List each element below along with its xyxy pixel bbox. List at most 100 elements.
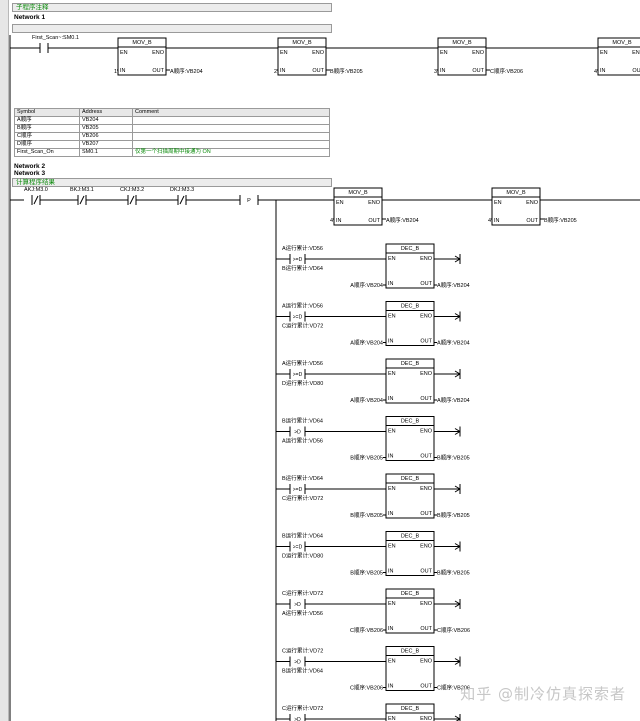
dec-in-value-4: B顺序:VB205: [350, 454, 383, 462]
dec-b-block-5-eno: ENO: [420, 486, 433, 492]
dec-b-block-6-name: DEC_B: [401, 534, 420, 540]
n3-mov-out-value-1: A顺序:VB204: [386, 216, 419, 224]
contact-negation: [79, 195, 85, 205]
dec-b-block-3-eno: ENO: [420, 371, 433, 377]
positive-edge-label: P: [247, 198, 251, 204]
dec-b-block-7-name: DEC_B: [401, 591, 420, 597]
compare-top-operand-4: B运行累计:VD64: [282, 417, 323, 425]
contact-4-label: DKJ:M3.3: [170, 187, 194, 193]
compare-bottom-operand-1: B运行累计:VD64: [282, 264, 323, 272]
dec-b-block-2-en: EN: [388, 314, 396, 320]
mov-b-block-3-out-pin: OUT: [472, 68, 484, 74]
compare-top-operand-7: C运行累计:VD72: [282, 589, 323, 597]
mov-b-block-1-en: EN: [120, 50, 128, 56]
dec-out-value-1: A顺序:VB204: [437, 281, 470, 289]
dec-b-block-4-name: DEC_B: [401, 419, 420, 425]
dec-b-block-4-en: EN: [388, 429, 396, 435]
dec-b-block-5-out-pin: OUT: [420, 511, 432, 517]
contact-3-label: CKJ:M3.2: [120, 187, 144, 193]
dec-b-block-3-out-pin: OUT: [420, 396, 432, 402]
compare-operator-3: >=D: [293, 372, 303, 378]
dec-in-value-3: A顺序:VB204: [350, 396, 383, 404]
compare-top-operand-2: A运行累计:VD56: [282, 302, 323, 310]
dec-b-block-6-out-pin: OUT: [420, 569, 432, 575]
mov-b-block-1-in-pin: IN: [120, 68, 126, 74]
dec-b-block-1-out-pin: OUT: [420, 281, 432, 287]
dec-out-value-4: B顺序:VB205: [437, 454, 470, 462]
mov-b-block-4-eno: ENO: [632, 50, 640, 56]
dec-b-block-4-in-pin: IN: [388, 454, 394, 460]
compare-bottom-operand-4: A运行累计:VD56: [282, 437, 323, 445]
dec-b-block-8-name: DEC_B: [401, 649, 420, 655]
ladder-diagram: First_Scan~:SM0.1 MOV_B EN ENO IN OUT 1 A顺序:VB2…: [9, 35, 640, 721]
contact-1-label: AKJ:M3.0: [24, 187, 48, 193]
dec-b-block-9-en: EN: [388, 716, 396, 721]
compare-top-operand-9: C运行累计:VD72: [282, 704, 323, 712]
dec-in-value-1: A顺序:VB204: [350, 281, 383, 289]
dec-b-block-2-out-pin: OUT: [420, 339, 432, 345]
mov-b-block-2-name: MOV_B: [292, 40, 312, 46]
mov-b-block-4-en: EN: [600, 50, 608, 56]
dec-b-block-6-in-pin: IN: [388, 569, 394, 575]
dec-b-block-7-eno: ENO: [420, 601, 433, 607]
dec-b-block-8-out-pin: OUT: [420, 684, 432, 690]
ladder-editor: 子程序注释 Network 1 Symbol Address Comment A…: [0, 0, 640, 721]
dec-b-block-3-en: EN: [388, 371, 396, 377]
n3-mov-b-block-2-en: EN: [494, 200, 502, 206]
dec-b-block-1-en: EN: [388, 256, 396, 262]
mov-b-block-1-eno: ENO: [152, 50, 165, 56]
compare-bottom-operand-5: C运行累计:VD72: [282, 494, 323, 502]
compare-bottom-operand-3: D运行累计:VD80: [282, 379, 323, 387]
dec-b-block-7-out-pin: OUT: [420, 626, 432, 632]
dec-b-block-1-in-pin: IN: [388, 281, 394, 287]
mov-out-value-1: A顺序:VB204: [170, 67, 203, 75]
dec-b-block-7-en: EN: [388, 601, 396, 607]
n3-mov-out-value-2: B顺序:VB205: [544, 216, 577, 224]
n3-mov-b-block-2-out-pin: OUT: [526, 218, 538, 224]
dec-in-value-6: B顺序:VB205: [350, 569, 383, 577]
dec-b-block-6-eno: ENO: [420, 544, 433, 550]
dec-b-block-5-name: DEC_B: [401, 476, 420, 482]
mov-b-block-1-out-pin: OUT: [152, 68, 164, 74]
mov-in-value-2: 2: [274, 69, 277, 75]
mov-in-value-3: 3: [434, 69, 437, 75]
watermark: 知乎 @制冷仿真探索者: [460, 685, 626, 703]
dec-b-block-8-en: EN: [388, 659, 396, 665]
compare-operator-4: >D: [294, 430, 301, 436]
dec-in-value-7: C顺序:VB206: [350, 626, 383, 634]
n3-mov-b-block-1-en: EN: [336, 200, 344, 206]
compare-bottom-operand-8: B运行累计:VD64: [282, 667, 323, 675]
n3-mov-b-block-1-out-pin: OUT: [368, 218, 380, 224]
dec-b-block-1-name: DEC_B: [401, 246, 420, 252]
n3-mov-b-block-2-eno: ENO: [526, 200, 539, 206]
dec-out-value-6: B顺序:VB205: [437, 569, 470, 577]
compare-bottom-operand-2: C运行累计:VD72: [282, 322, 323, 330]
compare-top-operand-1: A运行累计:VD56: [282, 244, 323, 252]
dec-b-block-6-en: EN: [388, 544, 396, 550]
dec-b-block-7-in-pin: IN: [388, 626, 394, 632]
dec-b-block-3-in-pin: IN: [388, 396, 394, 402]
compare-top-operand-6: B运行累计:VD64: [282, 532, 323, 540]
dec-out-value-5: B顺序:VB205: [437, 511, 470, 519]
n3-mov-in-value-1: 4: [330, 218, 333, 224]
dec-b-block-9-eno: ENO: [420, 716, 433, 721]
contact-2-label: BKJ:M3.1: [70, 187, 94, 193]
dec-b-block-2-eno: ENO: [420, 314, 433, 320]
dec-in-value-2: A顺序:VB204: [350, 339, 383, 347]
dec-b-block-5-en: EN: [388, 486, 396, 492]
n3-mov-b-block-2-in-pin: IN: [494, 218, 500, 224]
mov-in-value-1: 1: [114, 69, 117, 75]
compare-bottom-operand-6: D运行累计:VD80: [282, 552, 323, 560]
compare-operator-8: >D: [294, 660, 301, 666]
dec-b-block-2-in-pin: IN: [388, 339, 394, 345]
n3-mov-b-block-1-eno: ENO: [368, 200, 381, 206]
mov-in-value-4: 4: [594, 69, 597, 75]
n3-mov-b-block-1-in-pin: IN: [336, 218, 342, 224]
compare-operator-2: >=D: [293, 315, 303, 321]
dec-b-block-8-eno: ENO: [420, 659, 433, 665]
mov-b-block-4-name: MOV_B: [612, 40, 632, 46]
dec-b-block-5-in-pin: IN: [388, 511, 394, 517]
n3-mov-in-value-2: 4: [488, 218, 491, 224]
dec-b-block-4-eno: ENO: [420, 429, 433, 435]
dec-out-value-7: C顺序:VB206: [437, 626, 470, 634]
